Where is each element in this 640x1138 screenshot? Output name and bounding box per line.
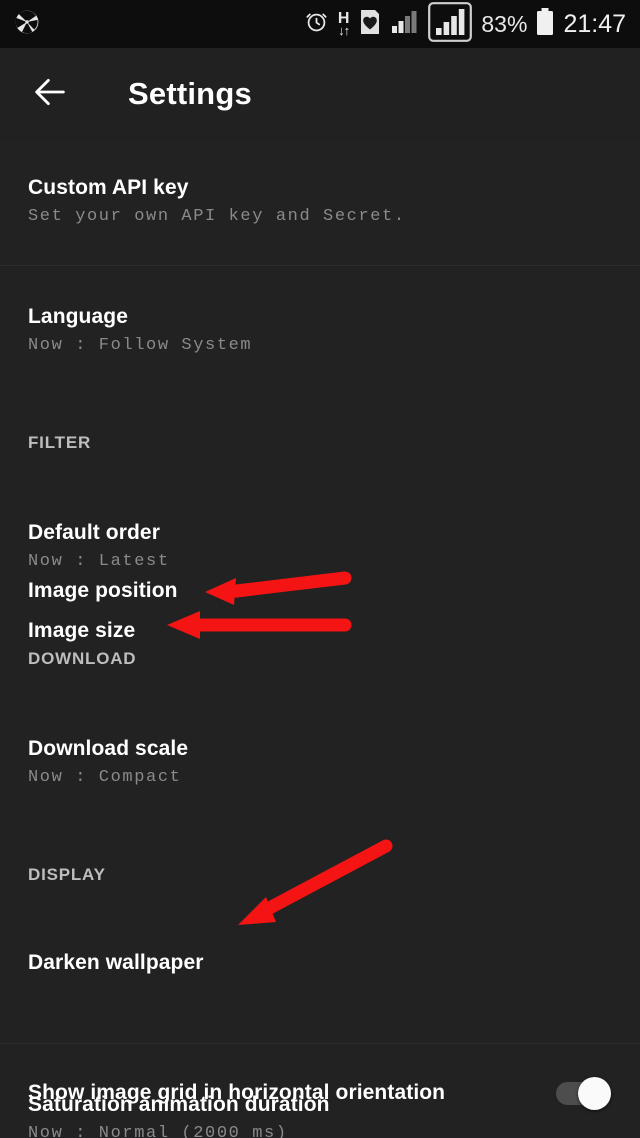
setting-row-default-order[interactable]: Default order Now : Latest xyxy=(0,521,640,571)
battery-icon xyxy=(536,7,554,41)
alarm-clock-icon xyxy=(304,9,329,39)
setting-row-image-size[interactable]: Image size xyxy=(0,619,640,643)
status-bar-system-icons: H ↓↑ 83% 21:47 xyxy=(304,1,626,47)
setting-row-image-position[interactable]: Image position xyxy=(0,579,640,603)
clock-label: 21:47 xyxy=(563,9,626,38)
setting-row-download-scale[interactable]: Download scale Now : Compact xyxy=(0,737,640,787)
toggle-knob xyxy=(578,1077,611,1110)
setting-subtitle: Now : Latest xyxy=(28,552,170,571)
heart-card-icon xyxy=(358,9,382,40)
hspa-data-icon: H ↓↑ xyxy=(338,10,350,38)
status-bar-notifications xyxy=(14,9,40,40)
setting-row-custom-api-key[interactable]: Custom API key Set your own API key and … xyxy=(0,176,640,226)
hspa-arrows: ↓↑ xyxy=(338,22,350,38)
setting-subtitle: Now : Compact xyxy=(28,768,182,787)
setting-subtitle: Set your own API key and Secret. xyxy=(28,207,406,226)
show-image-grid-toggle[interactable] xyxy=(556,1076,612,1110)
setting-title: Image size xyxy=(28,619,136,642)
section-header-display: DISPLAY xyxy=(28,865,106,884)
section-header-download: DOWNLOAD xyxy=(28,649,137,668)
setting-title: Show image grid in horizontal orientatio… xyxy=(28,1081,446,1104)
divider xyxy=(0,1043,640,1044)
setting-title: Image position xyxy=(28,579,178,602)
setting-title: Default order xyxy=(28,521,160,544)
section-header-filter: FILTER xyxy=(28,433,92,452)
setting-row-language[interactable]: Language Now : Follow System xyxy=(0,305,640,355)
setting-title: Custom API key xyxy=(28,176,189,199)
setting-subtitle: Now : Follow System xyxy=(28,336,253,355)
back-arrow-icon xyxy=(30,72,70,117)
app-bar: Settings xyxy=(0,48,640,140)
signal-bars-sim2-icon xyxy=(428,1,473,47)
setting-title: Language xyxy=(28,305,128,328)
settings-screen: H ↓↑ 83% 21:47 Settings Custom API key S… xyxy=(0,0,640,1138)
arrow-darken-wallpaper-icon xyxy=(238,839,393,925)
signal-bars-icon xyxy=(391,10,419,39)
setting-title: Download scale xyxy=(28,737,189,760)
divider xyxy=(0,265,640,266)
setting-row-saturation-animation[interactable]: Saturation animation duration Now : Norm… xyxy=(0,953,640,1138)
page-title: Settings xyxy=(128,76,252,111)
battery-percent-label: 83% xyxy=(481,10,528,37)
setting-subtitle: Now : Normal (2000 ms) xyxy=(28,1124,288,1138)
status-bar: H ↓↑ 83% 21:47 xyxy=(0,0,640,48)
camera-aperture-icon xyxy=(14,9,40,40)
setting-row-show-image-grid[interactable]: Show image grid in horizontal orientatio… xyxy=(0,1076,640,1110)
back-button[interactable] xyxy=(24,68,76,120)
